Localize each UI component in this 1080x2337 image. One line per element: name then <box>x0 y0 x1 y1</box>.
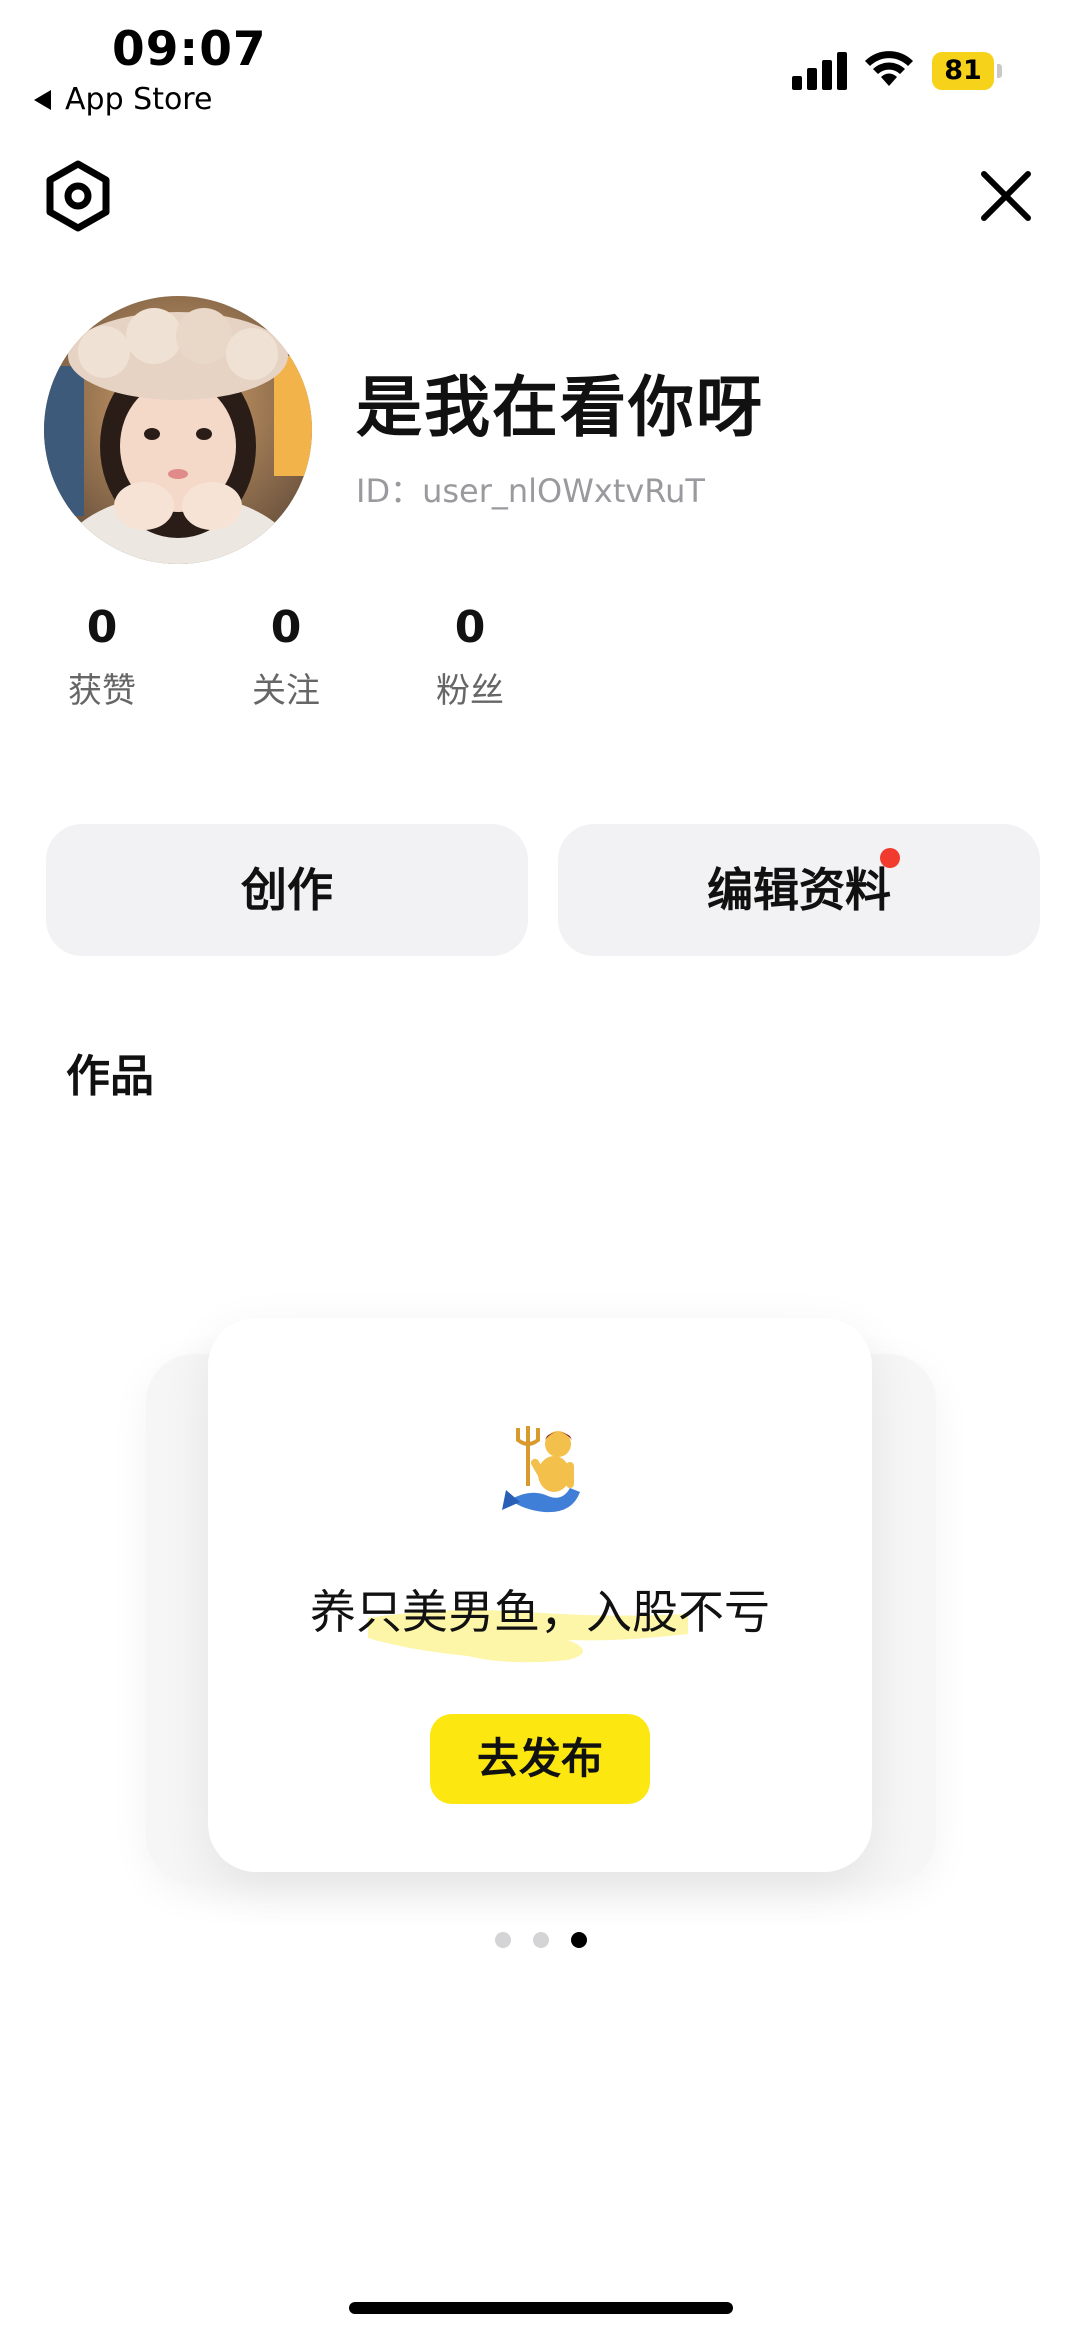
status-time: 09:07 <box>112 22 267 77</box>
cellular-signal-icon <box>792 50 848 90</box>
stat-value: 0 <box>454 602 486 653</box>
pager-dot[interactable] <box>533 1932 549 1948</box>
wifi-icon <box>865 51 913 86</box>
profile-nickname: 是我在看你呀 <box>356 369 764 446</box>
publish-button[interactable]: 去发布 <box>430 1714 650 1804</box>
stat-label: 获赞 <box>68 671 136 711</box>
empty-works-slogan: 养只美男鱼，入股不亏 <box>310 1585 770 1639</box>
back-to-app-store[interactable]: App Store <box>34 82 212 117</box>
notification-dot <box>880 848 900 868</box>
status-bar: 09:07 App Store 81 <box>0 0 1080 140</box>
empty-works-card: 养只美男鱼，入股不亏 去发布 <box>208 1318 872 1872</box>
home-indicator[interactable] <box>349 2302 733 2314</box>
stat-following[interactable]: 0 关注 <box>216 602 356 712</box>
settings-button[interactable] <box>40 158 116 234</box>
avatar[interactable] <box>44 296 312 564</box>
avatar-photo <box>44 296 312 564</box>
edit-profile-button[interactable]: 编辑资料 <box>558 824 1040 956</box>
battery-indicator: 81 <box>932 52 1002 90</box>
close-icon <box>981 171 1031 221</box>
profile-user-id: ID：user_nlOWxtvRuT <box>356 472 705 510</box>
stat-label: 粉丝 <box>436 671 504 711</box>
battery-level: 81 <box>932 52 994 90</box>
close-button[interactable] <box>968 158 1044 234</box>
back-app-label: App Store <box>65 82 213 117</box>
pager-dot[interactable] <box>495 1932 511 1948</box>
stat-followers[interactable]: 0 粉丝 <box>400 602 540 712</box>
stat-value: 0 <box>270 602 302 653</box>
back-triangle-icon <box>34 89 51 110</box>
stat-label: 关注 <box>252 671 320 711</box>
pager-dot-active[interactable] <box>571 1932 587 1948</box>
create-button[interactable]: 创作 <box>46 824 528 956</box>
stat-value: 0 <box>86 602 118 653</box>
stat-likes[interactable]: 0 获赞 <box>32 602 172 712</box>
merman-icon <box>502 1426 580 1513</box>
settings-gear-icon <box>46 160 110 232</box>
works-section-title: 作品 <box>66 1051 154 1102</box>
